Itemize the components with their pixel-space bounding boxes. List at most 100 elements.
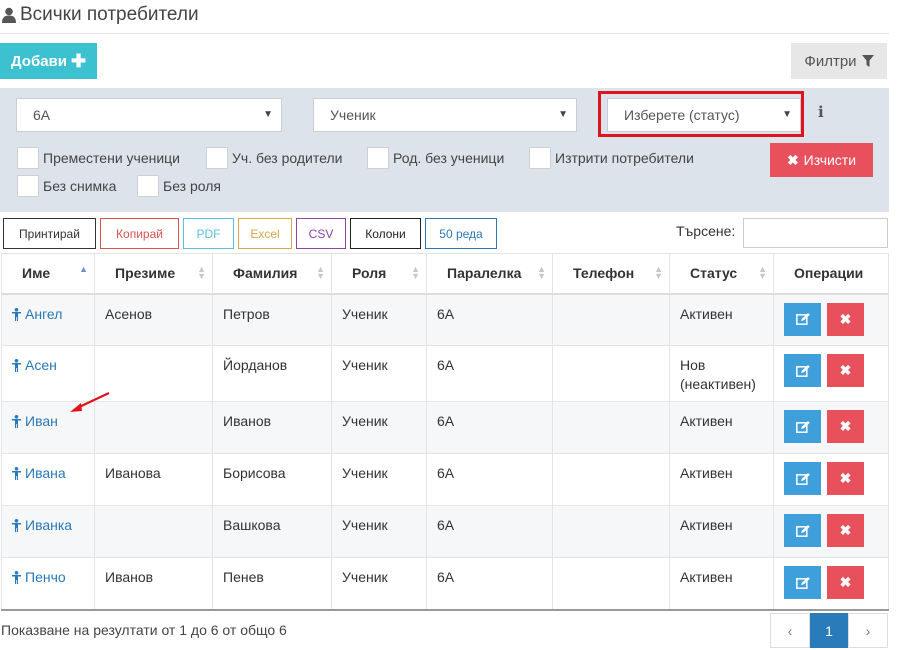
- next-page-button[interactable]: ›: [848, 613, 888, 648]
- column-header-class[interactable]: Паралелка ▲ ▼: [426, 253, 553, 295]
- edit-icon: [795, 364, 810, 377]
- column-header-label: Роля: [352, 265, 387, 282]
- role-select[interactable]: Ученик ▼: [313, 98, 577, 132]
- sort-icon: ▲ ▼: [654, 264, 663, 281]
- column-header-role[interactable]: Роля ▲ ▼: [331, 253, 427, 295]
- checkbox-no-role[interactable]: Без роля: [137, 175, 221, 197]
- previous-page-button[interactable]: ‹: [770, 613, 810, 648]
- edit-button[interactable]: [784, 410, 821, 443]
- status-highlight-annotation: [598, 91, 804, 137]
- checkbox-parents-without-students[interactable]: Род. без ученици: [367, 147, 504, 169]
- checkbox-box[interactable]: [17, 175, 39, 197]
- page-title: Всички потребители: [2, 0, 199, 30]
- delete-button[interactable]: ✖: [827, 354, 864, 387]
- delete-button[interactable]: ✖: [827, 410, 864, 443]
- cell-phone: [552, 401, 670, 454]
- cell-status: Активен: [669, 401, 774, 454]
- checkbox-moved-students[interactable]: Преместени ученици: [17, 147, 180, 169]
- edit-button[interactable]: [784, 514, 821, 547]
- checkbox-no-photo[interactable]: Без снимка: [17, 175, 116, 197]
- table-header-row: Име ▲ Презиме ▲ ▼ Фамилия ▲ ▼ Роля ▲ ▼ Паралелк…: [1, 253, 889, 295]
- csv-button[interactable]: CSV: [296, 218, 346, 249]
- close-icon: ✖: [839, 470, 852, 486]
- checkbox-box[interactable]: [17, 147, 39, 169]
- checkbox-box[interactable]: [367, 147, 389, 169]
- clear-filters-button[interactable]: ✖ Изчисти: [770, 143, 873, 177]
- operations-group: ✖: [784, 462, 888, 495]
- cell-status: Активен: [669, 505, 774, 558]
- users-table: Име ▲ Презиме ▲ ▼ Фамилия ▲ ▼ Роля ▲ ▼ Паралелк…: [1, 253, 889, 611]
- pdf-button[interactable]: PDF: [183, 218, 234, 249]
- edit-button[interactable]: [784, 302, 821, 336]
- add-button[interactable]: Добави ✚: [0, 43, 97, 79]
- close-icon: ✖: [839, 418, 852, 434]
- excel-button[interactable]: Excel: [238, 218, 292, 249]
- cell-class: 6А: [426, 505, 553, 558]
- sort-asc-icon: ▲: [79, 264, 88, 274]
- column-header-last-name[interactable]: Фамилия ▲ ▼: [212, 253, 332, 295]
- user-name-text: Иванка: [25, 517, 73, 533]
- operations-group: ✖: [784, 410, 888, 443]
- edit-button[interactable]: [784, 354, 821, 387]
- cell-operations: ✖: [773, 505, 889, 558]
- column-header-status[interactable]: Статус ▲ ▼: [669, 253, 774, 295]
- search-input[interactable]: [743, 218, 888, 248]
- delete-button[interactable]: ✖: [827, 462, 864, 495]
- user-icon: [2, 7, 16, 23]
- operations-group: ✖: [784, 354, 888, 387]
- copy-button[interactable]: Копирай: [100, 218, 179, 249]
- cell-class: 6А: [426, 293, 553, 346]
- checkbox-label: Уч. без родители: [232, 150, 343, 166]
- delete-button[interactable]: ✖: [827, 302, 864, 336]
- column-header-first-name[interactable]: Име ▲: [1, 253, 95, 295]
- edit-button[interactable]: [784, 566, 821, 599]
- print-button[interactable]: Принтирай: [3, 218, 96, 249]
- user-name-link[interactable]: Ивана: [12, 464, 84, 483]
- user-name-text: Иван: [25, 413, 58, 429]
- user-name-link[interactable]: Ангел: [12, 305, 84, 324]
- cell-last-name: Петров: [212, 293, 332, 346]
- column-header-phone[interactable]: Телефон ▲ ▼: [552, 253, 670, 295]
- cell-last-name: Вашкова: [212, 505, 332, 558]
- child-icon: [12, 571, 21, 584]
- info-icon[interactable]: i: [818, 103, 824, 121]
- cell-operations: ✖: [773, 557, 889, 611]
- checkbox-box[interactable]: [137, 175, 159, 197]
- child-icon: [12, 359, 21, 372]
- cell-middle-name: Асенов: [94, 293, 213, 346]
- class-select[interactable]: 6А ▼: [16, 98, 282, 132]
- checkbox-deleted-users[interactable]: Изтрити потребители: [529, 147, 694, 169]
- table-info: Показване на резултати от 1 до 6 от общо…: [1, 622, 287, 638]
- columns-button[interactable]: Колони: [350, 218, 421, 249]
- cell-operations: ✖: [773, 453, 889, 506]
- column-header-label: Телефон: [573, 265, 635, 282]
- user-name-link[interactable]: Пенчо: [12, 568, 84, 587]
- column-header-middle-name[interactable]: Презиме ▲ ▼: [94, 253, 213, 295]
- column-header-operations: Операции: [773, 253, 889, 295]
- checkbox-students-without-parents[interactable]: Уч. без родители: [206, 147, 342, 169]
- class-select-value: 6А: [33, 107, 51, 123]
- child-icon: [12, 519, 21, 532]
- checkbox-label: Без роля: [163, 178, 221, 194]
- delete-button[interactable]: ✖: [827, 566, 864, 599]
- page-button-current[interactable]: 1: [810, 613, 848, 648]
- pagination: ‹ 1 ›: [770, 613, 888, 648]
- cell-role: Ученик: [331, 505, 427, 558]
- child-icon: [12, 467, 21, 480]
- cell-first-name: Иванка: [1, 505, 95, 558]
- user-name-link[interactable]: Иванка: [12, 516, 84, 535]
- cell-operations: ✖: [773, 345, 889, 402]
- edit-button[interactable]: [784, 462, 821, 495]
- checkbox-box[interactable]: [529, 147, 551, 169]
- column-header-label: Име: [22, 265, 51, 282]
- user-name-link[interactable]: Асен: [12, 356, 84, 375]
- checkbox-box[interactable]: [206, 147, 228, 169]
- filter-icon: [861, 55, 874, 67]
- page-length-button[interactable]: 50 реда: [425, 218, 497, 249]
- delete-button[interactable]: ✖: [827, 514, 864, 547]
- sort-icon: ▲ ▼: [758, 264, 767, 281]
- table-row: Пенчо Иванов Пенев Ученик 6А Активен ✖: [1, 557, 889, 611]
- cell-status: Активен: [669, 293, 774, 346]
- table-row: Иван Иванов Ученик 6А Активен ✖: [1, 401, 889, 454]
- filters-button[interactable]: Филтри: [791, 43, 887, 79]
